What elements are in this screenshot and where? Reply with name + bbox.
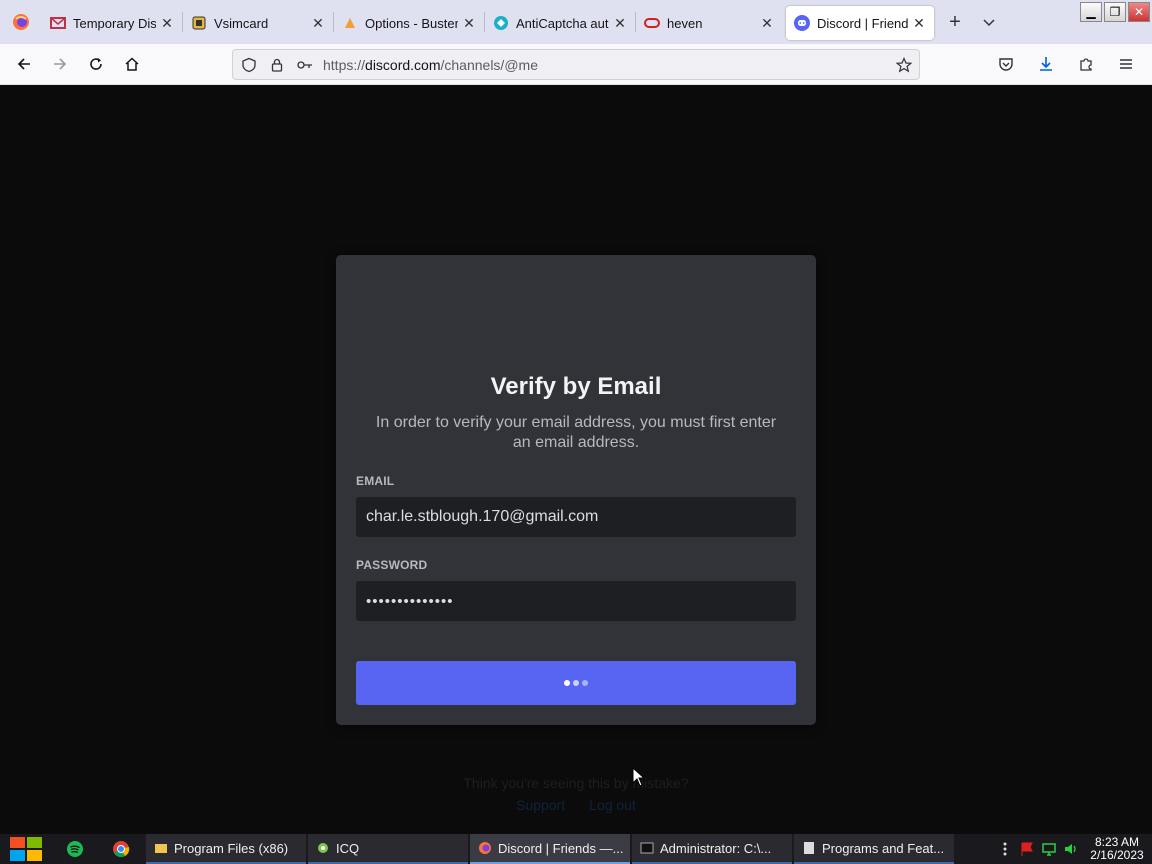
task-label: Program Files (x86) — [174, 840, 289, 856]
window-close-button[interactable]: ✕ — [1128, 2, 1150, 22]
window-controls: ▁ ❐ ✕ — [1080, 2, 1150, 22]
taskbar-pinned-app[interactable] — [52, 834, 98, 864]
icq-icon — [316, 841, 330, 855]
task-label: ICQ — [336, 840, 360, 856]
menu-hamburger-icon[interactable] — [1108, 48, 1144, 80]
modal-description: In order to verify your email address, y… — [375, 414, 777, 451]
spotify-icon — [67, 841, 83, 857]
tab-title: heven — [667, 15, 703, 31]
buster-icon — [342, 15, 358, 31]
key-icon[interactable] — [291, 51, 319, 79]
lock-icon[interactable] — [263, 51, 291, 79]
email-field[interactable]: char.le.stblough.170@gmail.com — [356, 497, 796, 537]
logout-link[interactable]: Log out — [589, 797, 636, 813]
action-center-flag-icon[interactable] — [1016, 834, 1038, 864]
submit-button[interactable] — [356, 661, 796, 705]
clock-date: 2/16/2023 — [1090, 848, 1144, 862]
taskbar-task[interactable]: Programs and Feat... — [794, 834, 954, 864]
url-text: https://discord.com/channels/@me — [323, 57, 538, 73]
download-icon[interactable] — [1028, 48, 1064, 80]
tab-title: Vsimcard — [214, 15, 269, 31]
tab-title: Temporary Dispo — [73, 15, 156, 31]
url-path: /channels/@me — [440, 56, 538, 73]
loading-dot — [573, 680, 579, 686]
firefox-icon — [478, 841, 492, 855]
tab-heven[interactable]: heven ✕ — [636, 6, 782, 40]
close-icon[interactable]: ✕ — [613, 15, 627, 31]
url-host: discord.com — [365, 56, 441, 73]
mouse-cursor-icon — [632, 767, 646, 787]
tab-vsimcard[interactable]: Vsimcard ✕ — [183, 6, 333, 40]
extensions-icon[interactable] — [1068, 48, 1104, 80]
mistake-question: Think you're seeing this by mistake? — [463, 775, 689, 791]
tab-discord-friends[interactable]: Discord | Friends ✕ — [786, 6, 934, 40]
system-tray: 8:23 AM 2/16/2023 — [994, 834, 1152, 864]
home-icon[interactable] — [114, 48, 150, 80]
tab-options-buster[interactable]: Options - Buster ✕ — [334, 6, 484, 40]
close-icon[interactable]: ✕ — [160, 15, 174, 31]
close-icon[interactable]: ✕ — [462, 15, 476, 31]
tab-list-chevron-icon[interactable] — [974, 7, 1004, 37]
tab-temporary-dispo[interactable]: Temporary Dispo ✕ — [42, 6, 182, 40]
windows-taskbar: Program Files (x86) ICQ Discord | Friend… — [0, 834, 1152, 864]
task-label: Discord | Friends —... — [498, 840, 624, 856]
password-field[interactable]: •••••••••••••• — [356, 581, 796, 621]
password-label: PASSWORD — [356, 558, 428, 572]
folder-icon — [154, 841, 168, 855]
footer-links: Support Log out — [0, 797, 1152, 813]
bookmark-star-icon[interactable] — [889, 56, 919, 73]
page-content: Verify by Email In order to verify your … — [0, 85, 1152, 834]
browser-tabstrip: Temporary Dispo ✕ Vsimcard ✕ Options - B… — [0, 0, 1152, 44]
sim-icon — [191, 15, 207, 31]
url-bar[interactable]: https://discord.com/channels/@me — [232, 49, 920, 80]
taskbar-task[interactable]: Administrator: C:\... — [632, 834, 792, 864]
support-link[interactable]: Support — [516, 797, 565, 813]
network-icon[interactable] — [1038, 834, 1060, 864]
tab-title: AntiCaptcha auto — [516, 15, 609, 31]
task-label: Administrator: C:\... — [660, 840, 772, 856]
url-scheme: https:// — [323, 56, 366, 73]
taskbar-pinned-app[interactable] — [98, 834, 144, 864]
cmd-icon — [640, 841, 654, 855]
close-icon[interactable]: ✕ — [311, 15, 325, 31]
start-button[interactable] — [0, 834, 52, 864]
discord-icon — [794, 15, 810, 31]
toolbar-right — [988, 48, 1144, 80]
chrome-icon — [113, 841, 130, 858]
restore-button[interactable]: ❐ — [1104, 2, 1126, 22]
anticaptcha-icon — [493, 15, 509, 31]
taskbar-task[interactable]: ICQ — [308, 834, 468, 864]
volume-icon[interactable] — [1060, 834, 1082, 864]
browser-navbar: https://discord.com/channels/@me — [0, 44, 1152, 85]
tab-title: Discord | Friends — [817, 15, 908, 31]
minimize-button[interactable]: ▁ — [1080, 2, 1102, 22]
pocket-icon[interactable] — [988, 48, 1024, 80]
close-icon[interactable]: ✕ — [912, 15, 926, 31]
link-icon — [644, 15, 660, 31]
loading-dot — [564, 680, 570, 686]
taskbar-task[interactable]: Discord | Friends —... — [470, 834, 630, 864]
reload-icon[interactable] — [78, 48, 114, 80]
verify-email-modal: Verify by Email In order to verify your … — [336, 255, 816, 725]
password-value: •••••••••••••• — [366, 592, 454, 610]
new-tab-button[interactable]: + — [940, 7, 970, 37]
forward-arrow-icon[interactable] — [42, 48, 78, 80]
programs-icon — [802, 841, 816, 855]
back-arrow-icon[interactable] — [6, 48, 42, 80]
system-clock[interactable]: 8:23 AM 2/16/2023 — [1082, 836, 1152, 862]
overflow-dots-icon[interactable] — [994, 834, 1016, 864]
modal-title: Verify by Email — [490, 373, 662, 400]
firefox-icon[interactable] — [0, 0, 42, 44]
email-value: char.le.stblough.170@gmail.com — [366, 508, 599, 525]
taskbar-task[interactable]: Program Files (x86) — [146, 834, 306, 864]
close-icon[interactable]: ✕ — [760, 15, 774, 31]
tab-anticaptcha[interactable]: AntiCaptcha auto ✕ — [485, 6, 635, 40]
task-label: Programs and Feat... — [822, 840, 945, 856]
tab-title: Options - Buster — [365, 15, 458, 31]
email-label: EMAIL — [356, 474, 395, 488]
loading-dot — [582, 680, 588, 686]
mail-icon — [50, 15, 66, 31]
windows-logo-icon — [10, 837, 42, 861]
shield-icon[interactable] — [235, 51, 263, 79]
